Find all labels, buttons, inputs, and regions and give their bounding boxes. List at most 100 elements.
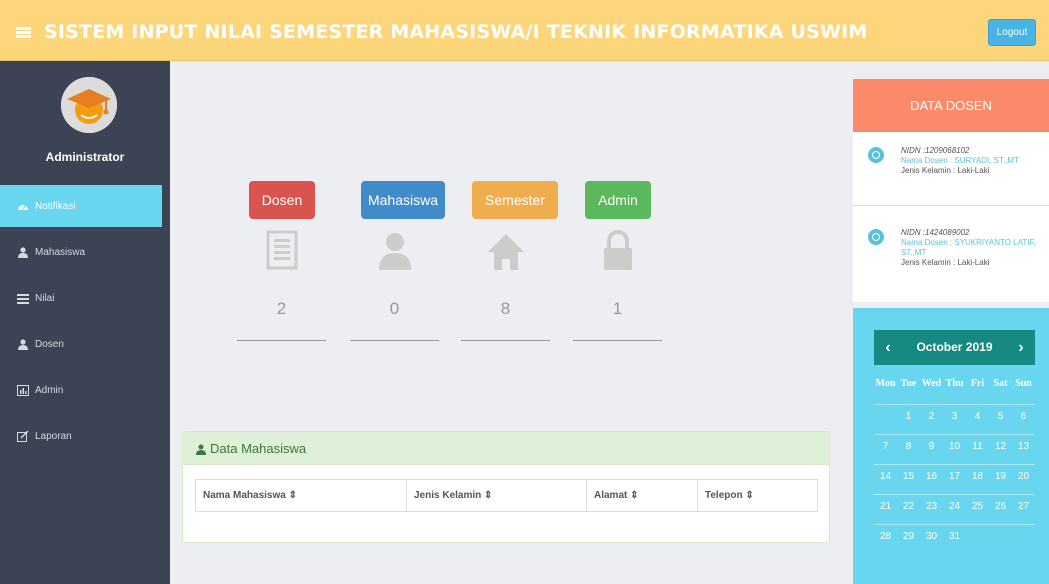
logout-button[interactable]: Logout — [988, 19, 1036, 46]
calendar-day[interactable]: 8 — [897, 435, 920, 458]
calendar-day[interactable]: 29 — [897, 525, 920, 548]
user-icon — [196, 443, 206, 455]
calendar-day[interactable]: 31 — [943, 525, 966, 548]
calendar-widget: October 2019 ‹ › Mon Tue Wed Thu Fri Sat… — [853, 308, 1049, 584]
calendar-day[interactable]: 25 — [966, 495, 989, 518]
calendar-day[interactable]: 11 — [966, 435, 989, 458]
calendar-day[interactable]: 3 — [943, 405, 966, 428]
sidebar-item-label: Laporan — [35, 430, 72, 442]
dosen-card-title: DATA DOSEN — [853, 79, 1049, 132]
sidebar-item-label: Nilai — [35, 292, 55, 304]
home-icon — [488, 230, 524, 270]
sidebar-item-label: Notifikasi — [35, 200, 76, 212]
calendar-day[interactable]: 26 — [989, 495, 1012, 518]
calendar-day[interactable]: 15 — [897, 465, 920, 488]
column-header-nama[interactable]: Nama Mahasiswa ⇕ — [196, 480, 407, 511]
calendar-day[interactable]: 6 — [1012, 405, 1035, 428]
admin-name: Administrator — [45, 150, 125, 164]
calendar-week: 7 8 9 10 11 12 13 — [874, 434, 1035, 458]
calendar-day[interactable]: 13 — [1012, 435, 1035, 458]
calendar-day[interactable] — [989, 525, 1012, 548]
lock-icon — [600, 230, 636, 270]
calendar-day[interactable]: 21 — [874, 495, 897, 518]
user-icon — [17, 246, 29, 258]
calendar-day[interactable]: 18 — [966, 465, 989, 488]
calendar-day[interactable]: 12 — [989, 435, 1012, 458]
panel-title: Data Mahasiswa — [210, 440, 307, 456]
column-header-alamat[interactable]: Alamat ⇕ — [587, 480, 698, 511]
sidebar-item-dosen[interactable]: Dosen — [0, 323, 170, 365]
calendar-day[interactable]: 24 — [943, 495, 966, 518]
sidebar-item-mahasiswa[interactable]: Mahasiswa — [0, 231, 170, 273]
dosen-button[interactable]: Dosen — [249, 181, 315, 219]
calendar-day[interactable]: 10 — [943, 435, 966, 458]
calendar-day[interactable]: 27 — [1012, 495, 1035, 518]
sidebar-item-label: Dosen — [35, 338, 64, 350]
weekday-label: Fri — [970, 378, 985, 389]
calendar-day[interactable]: 9 — [920, 435, 943, 458]
dosen-gender: Jenis Kelamin : Laki-Laki — [901, 166, 990, 175]
mahasiswa-count: 0 — [389, 299, 400, 318]
calendar-day[interactable]: 22 — [897, 495, 920, 518]
circle-icon — [868, 147, 884, 163]
calendar-day[interactable] — [874, 405, 897, 428]
calendar-day[interactable]: 4 — [966, 405, 989, 428]
dosen-name: Nama Dosen : SYUKRIYANTO LATIF, ST.,MT — [901, 238, 1036, 257]
stat-mahasiswa: Mahasiswa 0 — [350, 181, 445, 341]
chevron-right-icon[interactable]: › — [1009, 330, 1033, 365]
calendar-day[interactable]: 30 — [920, 525, 943, 548]
calendar-day[interactable]: 23 — [920, 495, 943, 518]
chart-icon — [17, 384, 29, 396]
semester-button[interactable]: Semester — [472, 181, 558, 219]
chevron-left-icon[interactable]: ‹ — [876, 330, 900, 365]
calendar-day[interactable]: 20 — [1012, 465, 1035, 488]
sort-icon: ⇕ — [481, 490, 493, 501]
app-title: SISTEM INPUT NILAI SEMESTER MAHASISWA/I … — [44, 21, 868, 43]
sort-icon: ⇕ — [285, 490, 297, 501]
dosen-count: 2 — [276, 299, 287, 318]
dashboard-icon — [17, 201, 29, 212]
sidebar-item-notifikasi[interactable]: Notifikasi — [0, 185, 162, 227]
weekday-label: Wed — [921, 378, 942, 389]
sidebar-item-laporan[interactable]: Laporan — [0, 415, 170, 457]
calendar-day[interactable]: 28 — [874, 525, 897, 548]
weekday-label: Sun — [1015, 378, 1032, 389]
calendar-day[interactable]: 17 — [943, 465, 966, 488]
user-icon — [377, 230, 413, 270]
divider — [350, 340, 439, 341]
circle-icon — [868, 229, 884, 245]
sidebar-item-nilai[interactable]: Nilai — [0, 277, 170, 319]
calendar-week: 21 22 23 24 25 26 27 — [874, 494, 1035, 518]
calendar-day[interactable] — [1012, 525, 1035, 548]
calendar-day[interactable] — [966, 525, 989, 548]
calendar-day[interactable]: 5 — [989, 405, 1012, 428]
calendar-day[interactable]: 16 — [920, 465, 943, 488]
mahasiswa-button[interactable]: Mahasiswa — [361, 181, 445, 219]
column-header-telepon[interactable]: Telepon ⇕ — [698, 480, 817, 511]
divider — [573, 340, 662, 341]
sidebar-item-label: Admin — [35, 384, 64, 396]
sidebar-item-admin[interactable]: Admin — [0, 369, 170, 411]
dosen-gender: Jenis Kelamin : Laki-Laki — [901, 258, 990, 267]
dosen-nidn: NIDN :1209068102 — [901, 146, 970, 155]
calendar-week: 1 2 3 4 5 6 — [874, 404, 1035, 428]
stat-dosen: Dosen 2 — [237, 181, 326, 341]
calendar-week: 14 15 16 17 18 19 20 — [874, 464, 1035, 488]
divider — [237, 340, 326, 341]
calendar-day[interactable]: 14 — [874, 465, 897, 488]
calendar-day[interactable]: 19 — [989, 465, 1012, 488]
admin-count: 1 — [612, 299, 623, 318]
admin-button[interactable]: Admin — [585, 181, 651, 219]
hamburger-menu-icon[interactable] — [16, 27, 31, 38]
calendar-day[interactable]: 7 — [874, 435, 897, 458]
calendar-day[interactable]: 2 — [920, 405, 943, 428]
calendar-day[interactable]: 1 — [897, 405, 920, 428]
sort-icon: ⇕ — [627, 490, 639, 501]
column-header-jenis-kelamin[interactable]: Jenis Kelamin ⇕ — [407, 480, 587, 511]
weekday-label: Thu — [945, 378, 964, 389]
divider — [461, 340, 550, 341]
calendar-week: 28 29 30 31 — [874, 524, 1035, 548]
divider — [853, 205, 1049, 206]
user-icon — [17, 338, 29, 350]
edit-icon — [17, 430, 29, 442]
